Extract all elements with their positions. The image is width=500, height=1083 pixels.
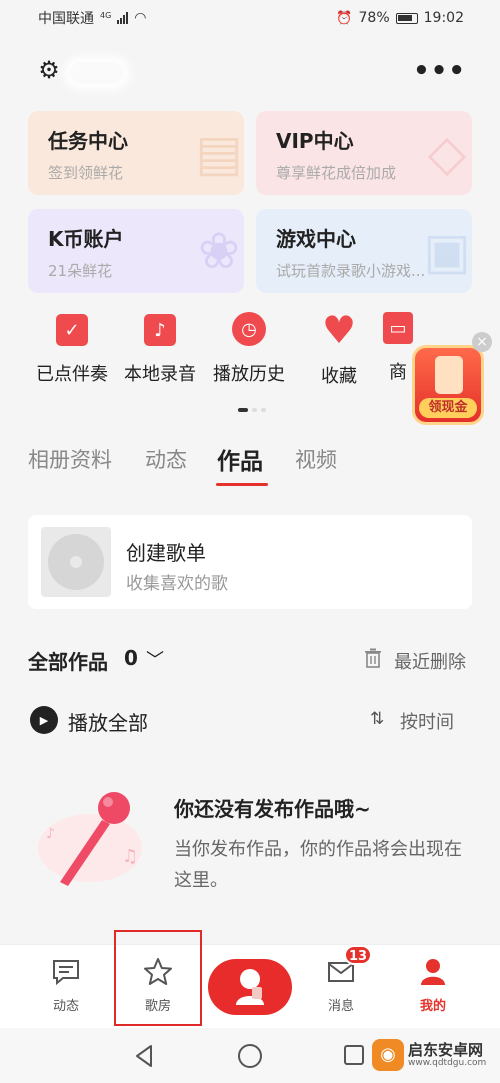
svg-text:♫: ♫ (122, 846, 138, 867)
nav-me[interactable]: 我的 (398, 957, 468, 1014)
record-button[interactable] (208, 959, 292, 1015)
person-icon (418, 957, 448, 987)
vip-badge-icon: ◇ (427, 124, 467, 182)
chat-icon (51, 957, 81, 987)
tab-videos[interactable]: 视频 (295, 444, 337, 474)
page-dot (261, 408, 266, 412)
svg-text:♪: ♪ (46, 826, 55, 842)
nav-messages[interactable]: 消息 (306, 957, 376, 1014)
gamepad-icon: ▣ (423, 222, 471, 280)
playlist-title: 创建歌单 (126, 541, 206, 565)
watermark-text: 启东安卓网 www.qdtdgu.com (408, 1042, 486, 1068)
page-indicator (238, 408, 266, 412)
shortcut-label: 已点伴奏 (36, 364, 108, 385)
works-count: 0 (124, 646, 138, 670)
disc-icon (41, 527, 111, 597)
microphone-icon: ♪ ♫ (38, 792, 142, 886)
battery-icon (395, 12, 418, 24)
phone-icon (435, 356, 463, 394)
calendar-icon: ▤ (195, 124, 243, 182)
trash-icon[interactable] (364, 648, 382, 668)
watermark-name: 启东安卓网 (408, 1041, 484, 1059)
empty-description: 当你发布作品，你的作品将会出现在这里。 (174, 839, 462, 891)
watermark-logo-icon: ◉ (372, 1039, 404, 1071)
checklist-icon: ✓ (56, 314, 88, 346)
nav-label: 我的 (419, 999, 446, 1014)
signal-icon (117, 12, 129, 24)
shortcut-label: 播放历史 (213, 364, 285, 385)
watermark: ◉ 启东安卓网 www.qdtdgu.com (372, 1030, 498, 1080)
app-root: 中国联通 4G ◠ ⏰ 78% 19:02 ⚙ ••• 任务中心 签到领鲜花 ▤… (0, 0, 500, 1083)
cash-reward-float[interactable]: 领现金 (412, 345, 484, 425)
highlight-annotation (114, 930, 202, 1026)
wifi-icon: ◠ (134, 10, 147, 26)
close-icon[interactable]: × (472, 332, 492, 352)
home-icon[interactable] (238, 1044, 262, 1068)
clock-time: 19:02 (423, 10, 464, 26)
card-vip-center[interactable]: VIP中心 尊享鲜花成倍加成 ◇ (256, 111, 472, 195)
nav-label: 消息 (327, 999, 354, 1014)
singer-icon (236, 969, 264, 1005)
battery-percent: 78% (358, 10, 390, 26)
play-all-button[interactable]: 播放全部 (68, 707, 148, 736)
shortcut-play-history[interactable]: ◷ 播放历史 (199, 312, 299, 386)
network-label: 4G (100, 10, 112, 20)
playlist-subtitle: 收集喜欢的歌 (126, 574, 228, 594)
music-note-icon: ♪ (144, 314, 176, 346)
status-bar: 中国联通 4G ◠ ⏰ 78% 19:02 (0, 0, 500, 36)
page-dot-active (238, 408, 248, 412)
tab-works[interactable]: 作品 (217, 442, 263, 476)
status-right: ⏰ 78% 19:02 (336, 10, 464, 26)
recent-delete-button[interactable]: 最近删除 (394, 648, 466, 674)
recent-apps-icon[interactable] (344, 1045, 364, 1065)
shortcut-local-recording[interactable]: ♪ 本地录音 (110, 312, 210, 386)
shortcut-label: 本地录音 (124, 364, 196, 385)
tab-active-indicator (216, 483, 268, 486)
tab-feed[interactable]: 动态 (145, 444, 187, 474)
sort-icon[interactable]: ⇅ (370, 709, 384, 729)
bottom-nav: 动态 歌房 消息 13 我的 (0, 944, 500, 1028)
card-game-center[interactable]: 游戏中心 试玩首款录歌小游戏... ▣ (256, 209, 472, 293)
nav-feed[interactable]: 动态 (31, 957, 101, 1014)
page-dot (252, 408, 257, 412)
works-filter[interactable]: 全部作品 (28, 646, 108, 675)
more-dots-icon[interactable]: ••• (413, 56, 466, 86)
alarm-icon: ⏰ (336, 10, 353, 26)
empty-title: 你还没有发布作品哦~ (174, 797, 371, 821)
status-left: 中国联通 4G ◠ (38, 8, 147, 28)
tab-album-profile[interactable]: 相册资料 (28, 444, 112, 474)
carrier-label: 中国联通 (38, 11, 94, 27)
message-count-badge: 13 (344, 945, 372, 965)
cash-reward-label: 领现金 (419, 398, 477, 418)
store-icon: ▭ (383, 312, 413, 344)
clock-icon: ◷ (232, 312, 266, 346)
back-icon[interactable] (134, 1044, 154, 1068)
heart-icon: ♥ (321, 308, 357, 352)
card-kcoin-account[interactable]: K币账户 21朵鲜花 ❀ (28, 209, 244, 293)
watermark-url: www.qdtdgu.com (408, 1058, 487, 1068)
flower-icon: ❀ (198, 222, 240, 280)
create-playlist-card[interactable]: 创建歌单 收集喜欢的歌 (28, 515, 472, 609)
nav-label: 动态 (52, 999, 79, 1014)
chevron-down-icon[interactable]: ﹀ (146, 646, 164, 672)
shortcut-accompaniment[interactable]: ✓ 已点伴奏 (22, 312, 122, 386)
sort-by-time-button[interactable]: 按时间 (400, 708, 454, 734)
nickname-blurred (70, 62, 124, 84)
play-icon[interactable]: ▶ (30, 706, 58, 734)
gear-icon[interactable]: ⚙ (36, 57, 62, 83)
card-task-center[interactable]: 任务中心 签到领鲜花 ▤ (28, 111, 244, 195)
